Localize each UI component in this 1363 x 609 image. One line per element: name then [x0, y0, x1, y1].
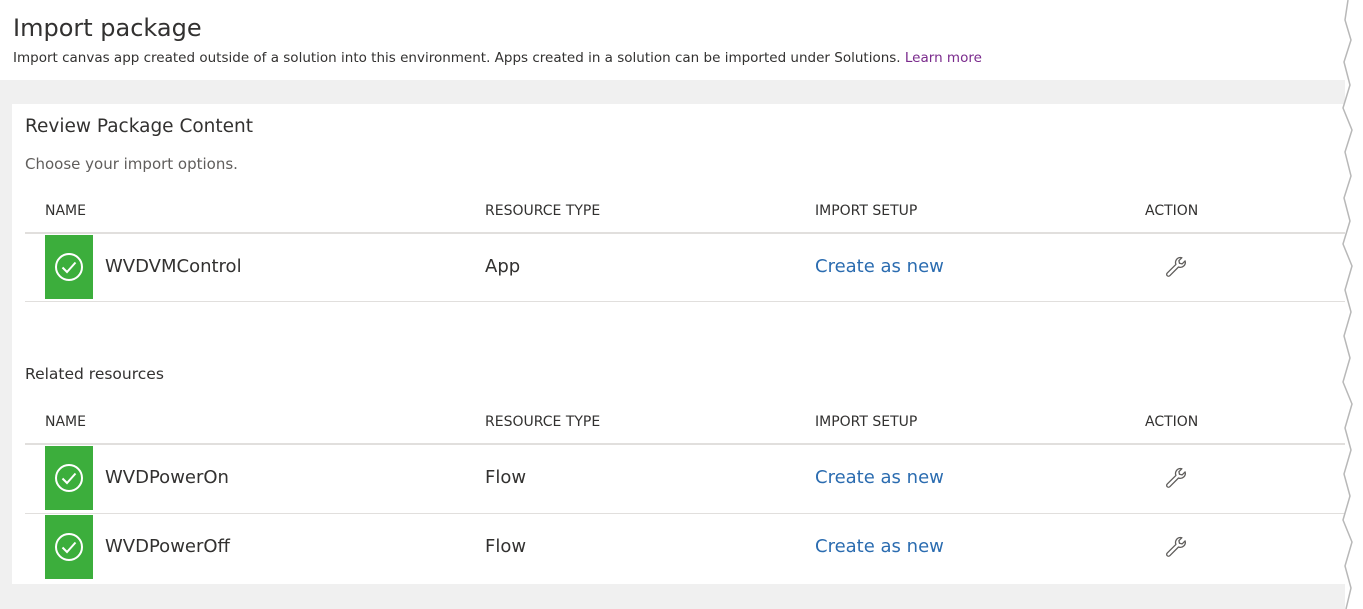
- review-panel: Review Package Content Choose your impor…: [12, 104, 1345, 584]
- row-resource-type: App: [485, 256, 521, 277]
- create-as-new-link[interactable]: Create as new: [815, 256, 944, 277]
- torn-edge-decoration: [1342, 0, 1363, 609]
- row-name: WVDPowerOn: [105, 467, 229, 488]
- wrench-icon[interactable]: [1163, 465, 1189, 491]
- create-as-new-link[interactable]: Create as new: [815, 536, 944, 557]
- create-as-new-link[interactable]: Create as new: [815, 467, 944, 488]
- check-circle-icon: [45, 235, 93, 299]
- column-header-name: NAME: [45, 203, 86, 219]
- import-package-page: Import package Import canvas app created…: [0, 0, 1363, 609]
- column-header-name: NAME: [45, 414, 86, 430]
- table-row: WVDVMControl App Create as new: [25, 234, 1345, 302]
- review-section-subtitle: Choose your import options.: [25, 155, 238, 173]
- column-header-import-setup: IMPORT SETUP: [815, 203, 918, 219]
- table-row: WVDPowerOff Flow Create as new: [25, 514, 1345, 581]
- row-name: WVDVMControl: [105, 256, 242, 277]
- column-header-import-setup: IMPORT SETUP: [815, 414, 918, 430]
- related-resources-table: NAME RESOURCE TYPE IMPORT SETUP ACTION W…: [25, 403, 1345, 581]
- table-row: WVDPowerOn Flow Create as new: [25, 445, 1345, 514]
- check-circle-icon: [45, 446, 93, 510]
- related-table-header: NAME RESOURCE TYPE IMPORT SETUP ACTION: [25, 403, 1345, 445]
- learn-more-link[interactable]: Learn more: [905, 50, 982, 66]
- wrench-icon[interactable]: [1163, 254, 1189, 280]
- check-circle-icon: [45, 515, 93, 579]
- column-header-resource-type: RESOURCE TYPE: [485, 414, 601, 430]
- page-title: Import package: [13, 14, 202, 42]
- page-header: Import package Import canvas app created…: [0, 0, 1345, 80]
- package-table-header: NAME RESOURCE TYPE IMPORT SETUP ACTION: [25, 192, 1345, 234]
- row-resource-type: Flow: [485, 536, 527, 557]
- review-section-title: Review Package Content: [25, 116, 254, 137]
- related-resources-title: Related resources: [25, 365, 164, 383]
- page-description: Import canvas app created outside of a s…: [13, 50, 982, 66]
- column-header-action: ACTION: [1145, 203, 1199, 219]
- column-header-resource-type: RESOURCE TYPE: [485, 203, 601, 219]
- row-name: WVDPowerOff: [105, 536, 230, 557]
- page-description-text: Import canvas app created outside of a s…: [13, 50, 905, 66]
- column-header-action: ACTION: [1145, 414, 1199, 430]
- package-table: NAME RESOURCE TYPE IMPORT SETUP ACTION W…: [25, 192, 1345, 302]
- wrench-icon[interactable]: [1163, 534, 1189, 560]
- row-resource-type: Flow: [485, 467, 527, 488]
